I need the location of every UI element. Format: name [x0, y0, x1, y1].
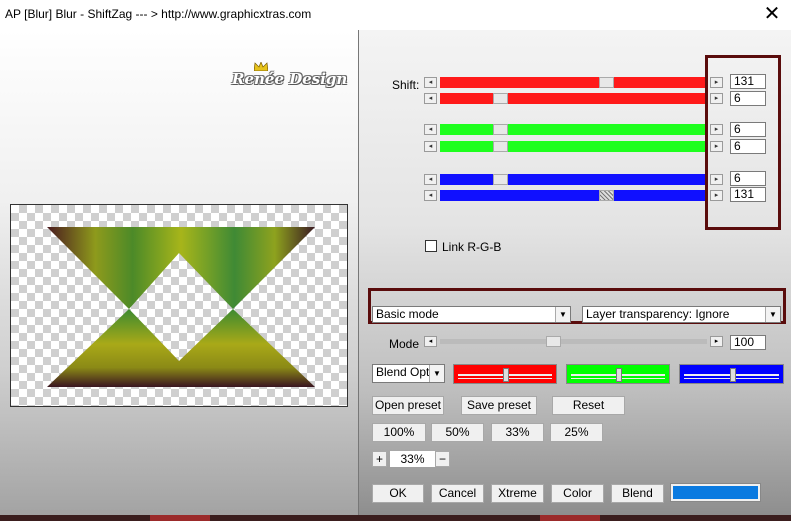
slider-thumb[interactable] — [599, 190, 614, 201]
chevron-down-icon: ▼ — [765, 307, 780, 322]
shift-label: Shift: — [392, 78, 420, 92]
link-rgb-checkbox[interactable] — [425, 240, 437, 252]
zoom-50-button[interactable]: 50% — [431, 423, 484, 442]
bottom-strip — [0, 515, 791, 521]
xtreme-button[interactable]: Xtreme — [491, 484, 544, 503]
cancel-button[interactable]: Cancel — [431, 484, 484, 503]
mode-slider-thumb[interactable] — [546, 336, 561, 347]
shift-slider[interactable]: ◂ ▸ — [424, 77, 723, 88]
transparency-select[interactable]: Layer transparency: Ignore ▼ — [582, 306, 781, 323]
slider-track[interactable] — [440, 141, 707, 152]
save-preset-button[interactable]: Save preset — [461, 396, 537, 415]
title-bar: AP [Blur] Blur - ShiftZag --- > http://w… — [0, 0, 791, 30]
slider-track[interactable] — [440, 190, 707, 201]
color-swatch-slider[interactable] — [679, 364, 784, 384]
zoom-out-button[interactable]: − — [435, 451, 450, 467]
left-arrow-icon[interactable]: ◂ — [424, 190, 437, 201]
zoom-100-button[interactable]: 100% — [372, 423, 426, 442]
renee-design-logo: Renée Design — [232, 62, 348, 88]
mode-value-field[interactable]: 100 — [730, 335, 766, 350]
preview-image — [47, 227, 315, 387]
color-button[interactable]: Color — [551, 484, 604, 503]
mode-select-value: Basic mode — [376, 307, 439, 321]
left-arrow-icon[interactable]: ◂ — [424, 124, 437, 135]
transparency-select-value: Layer transparency: Ignore — [586, 307, 730, 321]
slider-track[interactable] — [440, 93, 707, 104]
crown-icon — [254, 62, 268, 71]
mode-label: Mode — [389, 337, 420, 351]
logo-text: Renée Design — [232, 70, 348, 88]
mode-right-arrow-icon[interactable]: ▸ — [710, 336, 723, 347]
slider-thumb[interactable] — [493, 124, 508, 135]
chevron-down-icon: ▼ — [555, 307, 570, 322]
shift-slider[interactable]: ◂ ▸ — [424, 141, 723, 152]
zoom-value-display: 33% — [390, 451, 435, 467]
mode-select[interactable]: Basic mode ▼ — [372, 306, 571, 323]
color-swatch-slider[interactable] — [453, 364, 557, 384]
mode-slider-track — [440, 339, 707, 344]
open-preset-button[interactable]: Open preset — [372, 396, 444, 415]
left-arrow-icon[interactable]: ◂ — [424, 77, 437, 88]
slider-track[interactable] — [440, 77, 707, 88]
left-arrow-icon[interactable]: ◂ — [424, 141, 437, 152]
window-title: AP [Blur] Blur - ShiftZag --- > http://w… — [5, 7, 312, 21]
swatch-knob[interactable] — [503, 368, 509, 382]
close-icon[interactable]: ✕ — [761, 2, 783, 26]
left-arrow-icon[interactable]: ◂ — [424, 174, 437, 185]
ok-button[interactable]: OK — [372, 484, 424, 503]
zoom-in-button[interactable]: + — [372, 451, 387, 467]
chevron-down-icon: ▼ — [429, 365, 444, 382]
blend-button[interactable]: Blend — [611, 484, 664, 503]
shift-slider[interactable]: ◂ ▸ — [424, 190, 723, 201]
mode-slider[interactable]: ◂ ▸ — [424, 336, 723, 347]
slider-thumb[interactable] — [493, 141, 508, 152]
swatch-knob[interactable] — [616, 368, 622, 382]
preview-pane: Renée Design — [0, 30, 359, 515]
zoom-25-button[interactable]: 25% — [550, 423, 603, 442]
preview-canvas[interactable] — [10, 204, 348, 407]
slider-track[interactable] — [440, 174, 707, 185]
slider-track[interactable] — [440, 124, 707, 135]
accent-color-box[interactable] — [670, 483, 761, 502]
slider-thumb[interactable] — [599, 77, 614, 88]
values-highlight-box — [705, 55, 781, 230]
upper-shape — [47, 227, 315, 309]
shift-slider[interactable]: ◂ ▸ — [424, 174, 723, 185]
mode-left-arrow-icon[interactable]: ◂ — [424, 336, 437, 347]
reset-button[interactable]: Reset — [552, 396, 625, 415]
shift-slider[interactable]: ◂ ▸ — [424, 124, 723, 135]
zoom-33-button[interactable]: 33% — [491, 423, 544, 442]
link-rgb-label: Link R-G-B — [442, 240, 502, 254]
slider-thumb[interactable] — [493, 93, 508, 104]
blend-options-select[interactable]: Blend Optio ▼ — [372, 364, 445, 383]
slider-thumb[interactable] — [493, 174, 508, 185]
lower-shape — [47, 309, 315, 387]
shift-slider[interactable]: ◂ ▸ — [424, 93, 723, 104]
swatch-knob[interactable] — [730, 368, 736, 382]
left-arrow-icon[interactable]: ◂ — [424, 93, 437, 104]
color-swatch-slider[interactable] — [566, 364, 670, 384]
